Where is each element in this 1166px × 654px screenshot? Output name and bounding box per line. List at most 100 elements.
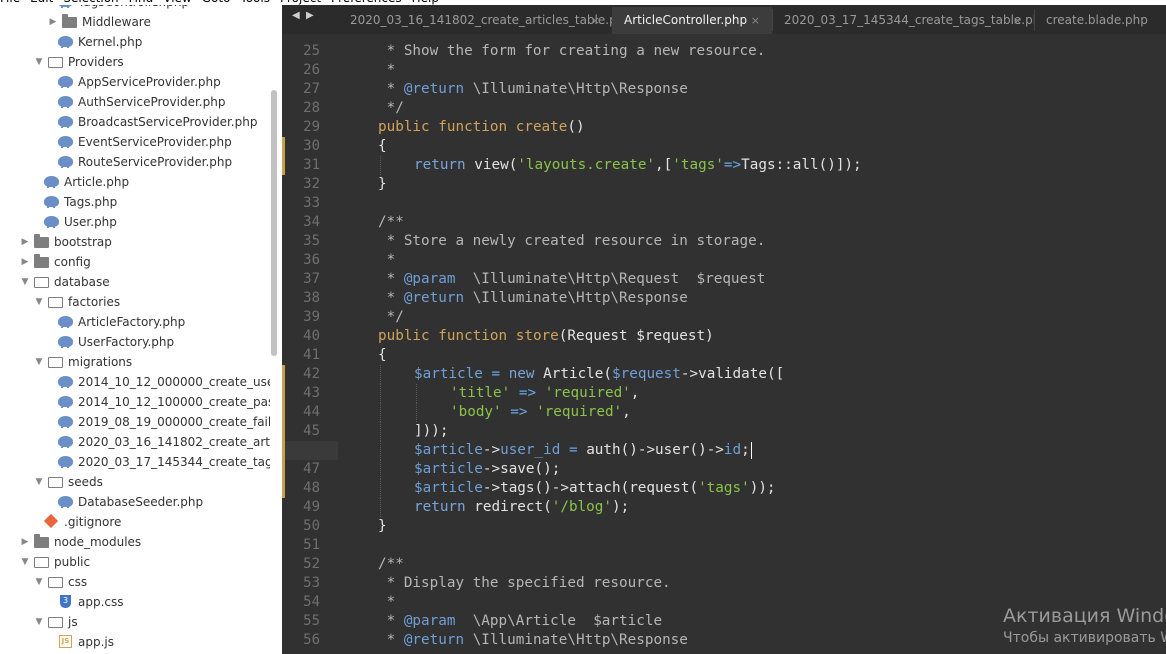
chevron-down-icon[interactable]: ▼ <box>34 612 44 632</box>
code-line[interactable]: * <box>378 251 396 270</box>
code-line[interactable]: return view('layouts.create',['tags'=>Ta… <box>414 156 862 175</box>
code-line[interactable]: * <box>378 61 396 80</box>
tree-folder-bootstrap[interactable]: ▶ bootstrap <box>0 232 270 252</box>
code-line[interactable]: { <box>378 346 387 365</box>
tree-file-article-php[interactable]: Article.php <box>0 172 270 192</box>
tab-nav-left-icon[interactable]: ◀ <box>292 10 300 21</box>
tree-file-user-php[interactable]: User.php <box>0 212 270 232</box>
menu-item-tools[interactable]: Tools <box>240 0 270 5</box>
tree-file-2020-03-16-141802-create-articles[interactable]: 2020_03_16_141802_create_articles_ <box>0 432 270 452</box>
tree-folder-css[interactable]: ▼ css <box>0 572 270 592</box>
tree-file-2014-10-12-100000-create-passwo[interactable]: 2014_10_12_100000_create_passwo <box>0 392 270 412</box>
code-line[interactable]: * @return \Illuminate\Http\Response <box>378 631 688 650</box>
indent-guide <box>380 498 382 517</box>
close-icon[interactable]: × <box>591 7 600 34</box>
tree-folder-providers[interactable]: ▼ Providers <box>0 52 270 72</box>
chevron-down-icon[interactable]: ▼ <box>20 272 30 292</box>
tree-file-gitignore[interactable]: .gitignore <box>0 512 270 532</box>
indent-guide <box>380 156 382 175</box>
tree-folder-migrations[interactable]: ▼ migrations <box>0 352 270 372</box>
code-line[interactable]: public function store(Request $request) <box>378 327 714 346</box>
code-line[interactable]: */ <box>378 99 404 118</box>
tree-folder-public[interactable]: ▼ public <box>0 552 270 572</box>
code-line[interactable]: * Store a newly created resource in stor… <box>378 232 766 251</box>
code-line[interactable]: * @return \Illuminate\Http\Response <box>378 80 688 99</box>
chevron-down-icon[interactable]: ▼ <box>34 472 44 492</box>
code-line[interactable]: * Display the specified resource. <box>378 574 671 593</box>
tree-folder-node-modules[interactable]: ▶ node_modules <box>0 532 270 552</box>
tab-2020-03-17-145344-create-tags-table-php[interactable]: 2020_03_17_145344_create_tags_table.php × <box>772 7 1034 34</box>
code-line[interactable]: $article->tags()->attach(request('tags')… <box>414 479 776 498</box>
tree-file-appserviceprovider-php[interactable]: AppServiceProvider.php <box>0 72 270 92</box>
tree-file-authserviceprovider-php[interactable]: AuthServiceProvider.php <box>0 92 270 112</box>
tree-file-app-js[interactable]: JS app.js <box>0 632 270 652</box>
code-line[interactable]: return redirect('/blog'); <box>414 498 629 517</box>
code-line[interactable]: ])); <box>414 422 448 441</box>
chevron-down-icon[interactable]: ▼ <box>34 352 44 372</box>
tree-file-eventserviceprovider-php[interactable]: EventServiceProvider.php <box>0 132 270 152</box>
code-line[interactable]: 'title' => 'required', <box>450 384 639 403</box>
menu-item-help[interactable]: Help <box>412 0 439 5</box>
code-line[interactable]: * @param \Illuminate\Http\Request $reque… <box>378 270 766 289</box>
tree-file-kernel-php[interactable]: Kernel.php <box>0 32 270 52</box>
tree-folder-factories[interactable]: ▼ factories <box>0 292 270 312</box>
code-line[interactable]: /** <box>378 555 404 574</box>
tab-articlecontroller-php[interactable]: ArticleController.php × <box>612 7 772 34</box>
code-token: 'required' <box>536 404 623 420</box>
code-line[interactable]: } <box>378 517 387 536</box>
menu-item-selection[interactable]: Selection <box>63 0 118 5</box>
tree-folder-seeds[interactable]: ▼ seeds <box>0 472 270 492</box>
tab-nav-right-icon[interactable]: ▶ <box>306 10 314 21</box>
code-line[interactable]: * @return \Illuminate\Http\Response <box>378 289 688 308</box>
code-line[interactable]: $article->user_id = auth()->user()->id; <box>414 441 750 460</box>
chevron-down-icon[interactable]: ▼ <box>34 292 44 312</box>
code-line[interactable]: * Show the form for creating a new resou… <box>378 42 766 61</box>
chevron-right-icon[interactable]: ▶ <box>20 532 30 552</box>
tree-file-databaseseeder-php[interactable]: DatabaseSeeder.php <box>0 492 270 512</box>
tree-folder-js[interactable]: ▼ js <box>0 612 270 632</box>
code-line[interactable]: { <box>378 137 387 156</box>
code-line[interactable]: $article = new Article($request->validat… <box>414 365 784 384</box>
close-icon[interactable]: × <box>751 7 760 34</box>
code-line[interactable]: * @param \App\Article $article <box>378 612 662 631</box>
sidebar-scrollbar[interactable] <box>271 90 277 356</box>
chevron-right-icon[interactable]: ▶ <box>48 12 58 32</box>
tree-file-2019-08-19-000000-create-failed-jo[interactable]: 2019_08_19_000000_create_failed_jo <box>0 412 270 432</box>
tree-file-broadcastserviceprovider-php[interactable]: BroadcastServiceProvider.php <box>0 112 270 132</box>
tree-file-2020-03-17-145344-create-tags-ta[interactable]: 2020_03_17_145344_create_tags_ta <box>0 452 270 472</box>
tab-create-blade-php[interactable]: create.blade.php <box>1034 7 1166 34</box>
menu-item-view[interactable]: View <box>163 0 191 5</box>
chevron-down-icon[interactable]: ▼ <box>34 572 44 592</box>
code-editor[interactable]: 25 26 27 28 29 30 31 32 33 34 35 36 37 38 39 40 41 42 43 44… <box>282 34 1166 654</box>
chevron-down-icon[interactable]: ▼ <box>20 552 30 572</box>
code-line[interactable]: 'body' => 'required', <box>450 403 631 422</box>
code-line[interactable]: /** <box>378 213 404 232</box>
menu-item-file[interactable]: File <box>0 0 20 5</box>
tab-2020-03-16-141802-create-articles-table-php[interactable]: 2020_03_16_141802_create_articles_table.… <box>338 7 612 34</box>
tree-folder-database[interactable]: ▼ database <box>0 272 270 292</box>
sidebar-file-tree[interactable]: TagsController.php▶MiddlewareKernel.php▼… <box>0 0 282 654</box>
code-token: => <box>510 385 545 401</box>
menu-item-edit[interactable]: Edit <box>30 0 53 5</box>
menu-item-project[interactable]: Project <box>280 0 321 5</box>
chevron-right-icon[interactable]: ▶ <box>20 232 30 252</box>
menu-item-goto[interactable]: Goto <box>202 0 231 5</box>
code-line[interactable]: $article->save(); <box>414 460 560 479</box>
tree-file-2014-10-12-000000-create-users-ta[interactable]: 2014_10_12_000000_create_users_ta <box>0 372 270 392</box>
menu-item-find[interactable]: Find <box>129 0 154 5</box>
tree-file-routeserviceprovider-php[interactable]: RouteServiceProvider.php <box>0 152 270 172</box>
tree-file-articlefactory-php[interactable]: ArticleFactory.php <box>0 312 270 332</box>
tree-file-userfactory-php[interactable]: UserFactory.php <box>0 332 270 352</box>
menu-item-preferences[interactable]: Preferences <box>331 0 402 5</box>
tree-file-app-css[interactable]: 3 app.css <box>0 592 270 612</box>
code-line[interactable]: */ <box>378 308 404 327</box>
chevron-right-icon[interactable]: ▶ <box>20 252 30 272</box>
tree-folder-config[interactable]: ▶ config <box>0 252 270 272</box>
close-icon[interactable]: × <box>1013 7 1022 34</box>
code-line[interactable]: } <box>378 175 387 194</box>
code-line[interactable]: * <box>378 593 396 612</box>
tree-folder-middleware[interactable]: ▶ Middleware <box>0 12 270 32</box>
tree-file-tags-php[interactable]: Tags.php <box>0 192 270 212</box>
code-line[interactable]: public function create() <box>378 118 585 137</box>
chevron-down-icon[interactable]: ▼ <box>34 52 44 72</box>
